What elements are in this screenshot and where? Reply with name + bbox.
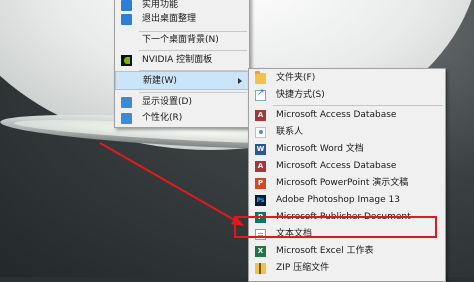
annotation-arrow-line — [99, 142, 239, 223]
annotation-arrow — [99, 142, 244, 226]
annotation-arrow-head — [231, 216, 244, 226]
